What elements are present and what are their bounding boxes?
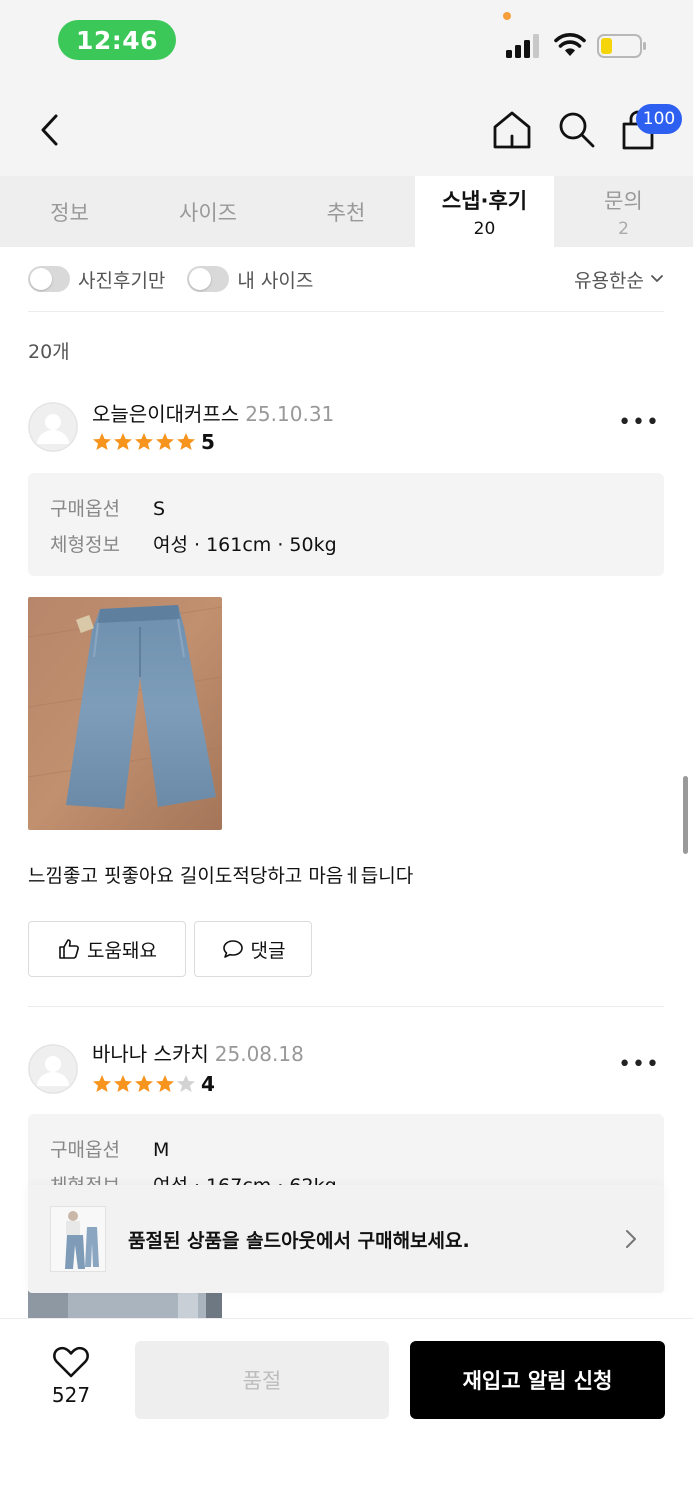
info-key: 구매옵션 bbox=[50, 1139, 120, 1161]
toggle-switch[interactable] bbox=[28, 266, 70, 292]
banner-product-thumbnail bbox=[50, 1206, 106, 1272]
battery-icon bbox=[597, 34, 646, 58]
toggle-label: 사진후기만 bbox=[78, 269, 166, 292]
tab-label: 추천 bbox=[326, 200, 366, 225]
rating-value: 4 bbox=[201, 1072, 215, 1096]
bottom-action-bar: 527 품절 재입고 알림 신청 bbox=[0, 1318, 693, 1500]
star-filled-icon bbox=[114, 1075, 132, 1092]
like-button[interactable]: 527 bbox=[36, 1345, 106, 1407]
star-rating: 5 bbox=[92, 430, 215, 454]
tab-inquiry[interactable]: 문의 2 bbox=[554, 176, 693, 247]
soldout-button: 품절 bbox=[135, 1341, 389, 1419]
more-options-icon[interactable]: ••• bbox=[618, 1052, 660, 1077]
home-icon[interactable] bbox=[490, 108, 534, 152]
like-count: 527 bbox=[51, 1383, 91, 1407]
tab-label: 사이즈 bbox=[179, 200, 237, 225]
star-filled-icon bbox=[156, 1075, 174, 1092]
star-filled-icon bbox=[93, 433, 111, 450]
reviewer-name-line: 오늘은이대커프스 25.10.31 bbox=[92, 398, 334, 427]
star-rating: 4 bbox=[92, 1072, 215, 1096]
comment-button[interactable]: 댓글 bbox=[194, 921, 312, 977]
sort-label: 유용한순 bbox=[574, 269, 644, 292]
sort-dropdown[interactable]: 유용한순 bbox=[574, 266, 664, 293]
info-key: 체형정보 bbox=[50, 534, 120, 556]
speech-bubble-icon bbox=[222, 940, 243, 958]
status-bar: 12:46 bbox=[0, 0, 693, 84]
review-divider bbox=[28, 1006, 664, 1007]
star-filled-icon bbox=[177, 433, 195, 450]
helpful-label: 도움돼요 bbox=[87, 939, 157, 962]
review-filters: 사진후기만 내 사이즈 유용한순 bbox=[28, 247, 664, 312]
status-time: 12:46 bbox=[58, 20, 176, 60]
my-size-toggle[interactable]: 내 사이즈 bbox=[187, 266, 313, 293]
default-avatar-icon bbox=[28, 402, 78, 452]
reviewer-name-line: 바나나 스카치 25.08.18 bbox=[92, 1038, 304, 1067]
star-filled-icon bbox=[114, 433, 132, 450]
tab-snap-review[interactable]: 스냅·후기 20 bbox=[415, 176, 554, 247]
tab-label: 문의 bbox=[604, 188, 643, 213]
star-filled-icon bbox=[135, 433, 153, 450]
chevron-down-icon bbox=[651, 275, 663, 282]
tab-info[interactable]: 정보 bbox=[0, 176, 139, 247]
scrollbar-thumb[interactable] bbox=[683, 776, 688, 854]
heart-icon bbox=[53, 1346, 89, 1378]
star-filled-icon bbox=[156, 433, 174, 450]
wifi-icon bbox=[554, 33, 586, 56]
navigation-bar bbox=[0, 84, 693, 176]
tab-count: 2 bbox=[618, 218, 629, 239]
search-icon[interactable] bbox=[555, 108, 599, 152]
tab-count: 20 bbox=[473, 218, 496, 239]
product-tabs: 정보 사이즈 추천 스냅·후기 20 문의 2 bbox=[0, 176, 693, 247]
info-key: 구매옵션 bbox=[50, 498, 120, 520]
thumbs-up-icon bbox=[59, 939, 79, 959]
star-filled-icon bbox=[93, 1075, 111, 1092]
purchase-info-box: 구매옵션 S 체형정보 여성 · 161cm · 50kg bbox=[28, 473, 664, 576]
review-photo-jeans[interactable] bbox=[28, 597, 222, 830]
info-value: S bbox=[153, 498, 166, 520]
option-row: 구매옵션 M bbox=[50, 1132, 642, 1168]
tab-label: 스냅·후기 bbox=[441, 188, 528, 213]
tab-recommend[interactable]: 추천 bbox=[277, 176, 415, 247]
photo-review-toggle[interactable]: 사진후기만 bbox=[28, 266, 165, 293]
tab-label: 정보 bbox=[50, 200, 89, 225]
review-text: 느낌좋고 핏좋아요 길이도적당하고 마음ㅔ듭니다 bbox=[28, 865, 414, 887]
restock-alert-button[interactable]: 재입고 알림 신청 bbox=[410, 1341, 665, 1419]
info-value: 여성 · 161cm · 50kg bbox=[153, 534, 337, 556]
default-avatar-icon bbox=[28, 1044, 78, 1094]
info-value: M bbox=[153, 1139, 170, 1161]
banner-text: 품절된 상품을 솔드아웃에서 구매해보세요. bbox=[128, 1229, 470, 1252]
reviewer-name[interactable]: 오늘은이대커프스 bbox=[92, 402, 239, 426]
avatar bbox=[28, 1044, 78, 1094]
review-date: 25.10.31 bbox=[245, 402, 335, 426]
review-count: 20개 bbox=[28, 341, 70, 363]
more-options-icon[interactable]: ••• bbox=[618, 410, 660, 435]
privacy-indicator-dot bbox=[503, 12, 511, 20]
reviewer-name[interactable]: 바나나 스카치 bbox=[92, 1042, 209, 1066]
toggle-label: 내 사이즈 bbox=[237, 269, 314, 292]
cart-count-badge: 100 bbox=[636, 104, 682, 134]
soldout-banner[interactable]: 품절된 상품을 솔드아웃에서 구매해보세요. bbox=[28, 1185, 664, 1293]
toggle-switch[interactable] bbox=[187, 266, 230, 292]
helpful-button[interactable]: 도움돼요 bbox=[28, 921, 186, 977]
cellular-signal-icon bbox=[506, 34, 539, 58]
star-filled-icon bbox=[135, 1075, 153, 1092]
option-row: 구매옵션 S bbox=[50, 491, 642, 527]
back-button[interactable] bbox=[30, 108, 70, 152]
chevron-left-icon bbox=[41, 114, 58, 146]
tab-size[interactable]: 사이즈 bbox=[139, 176, 277, 247]
avatar bbox=[28, 402, 78, 452]
comment-label: 댓글 bbox=[250, 939, 286, 962]
star-empty-icon bbox=[177, 1075, 195, 1092]
rating-value: 5 bbox=[201, 430, 215, 454]
chevron-right-icon bbox=[626, 1230, 636, 1248]
body-info-row: 체형정보 여성 · 161cm · 50kg bbox=[50, 527, 642, 563]
review-date: 25.08.18 bbox=[214, 1042, 304, 1066]
